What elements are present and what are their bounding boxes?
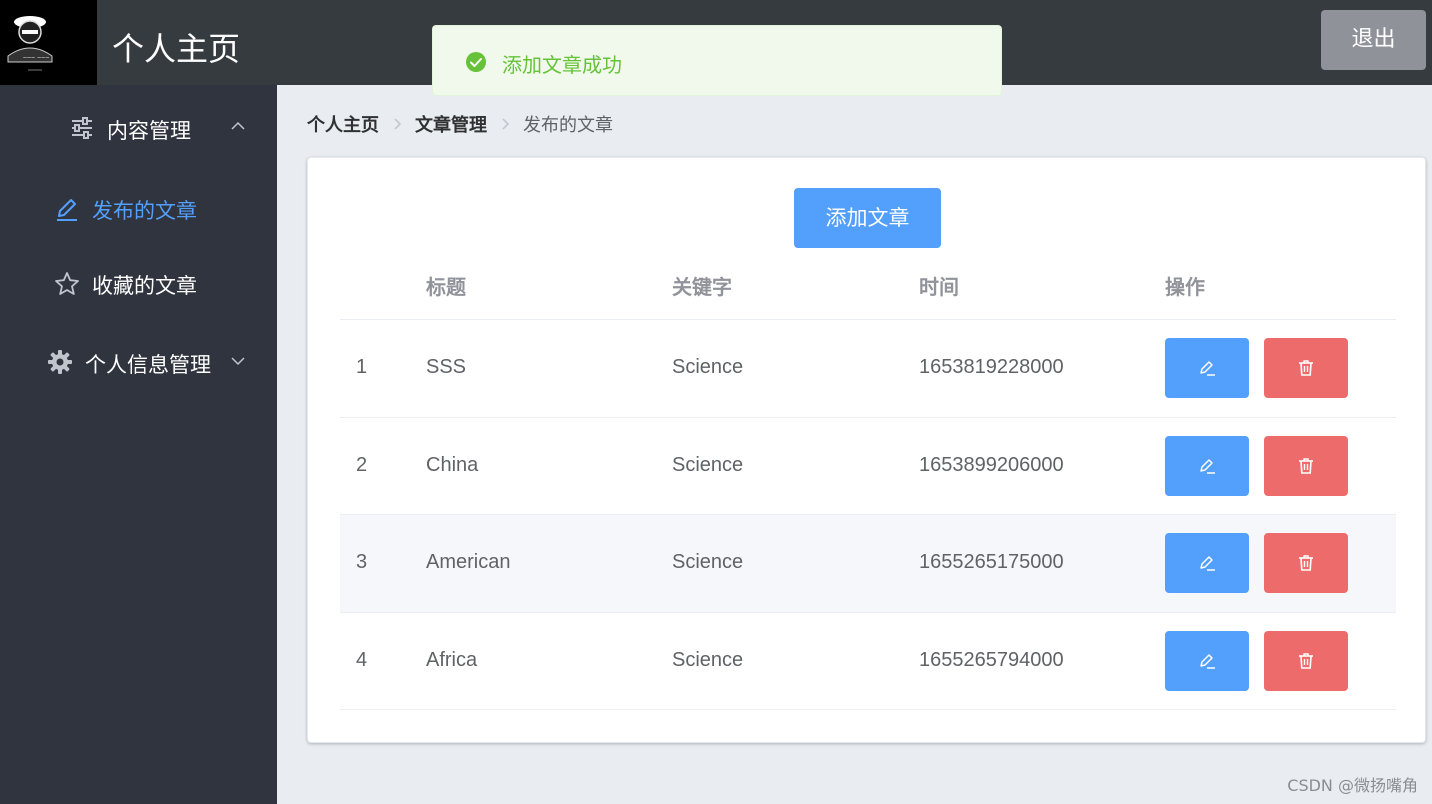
breadcrumb: 个人主页 文章管理 发布的文章 xyxy=(307,112,613,136)
breadcrumb-item-current: 发布的文章 xyxy=(523,115,613,136)
row-index: 2 xyxy=(356,453,368,476)
toast-message: 添加文章成功 xyxy=(502,53,622,77)
row-time: 1653819228000 xyxy=(919,356,1064,378)
column-header-actions: 操作 xyxy=(1165,275,1205,299)
add-article-button[interactable]: 添加文章 xyxy=(794,188,941,248)
sidebar-item-label: 收藏的文章 xyxy=(92,274,197,298)
delete-button[interactable] xyxy=(1264,533,1348,593)
edit-button[interactable] xyxy=(1165,630,1249,691)
table-row: 1 SSS Science 1653819228000 xyxy=(340,320,1396,418)
row-time: 1655265794000 xyxy=(919,648,1064,671)
sidebar-item-favorite-articles[interactable]: 收藏的文章 xyxy=(0,253,277,313)
gear-icon xyxy=(48,350,72,374)
sidebar: 内容管理 发布的文章 收藏的文章 个人信息管理 xyxy=(0,85,277,804)
sidebar-item-label: 内容管理 xyxy=(107,119,191,143)
logout-button[interactable]: 退出 xyxy=(1321,10,1426,70)
check-circle-icon xyxy=(466,52,486,72)
page-title: 个人主页 xyxy=(112,30,241,68)
logo: ~~~ ~~~ xyxy=(0,0,97,85)
edit-icon xyxy=(1200,653,1215,669)
sidebar-item-label: 个人信息管理 xyxy=(85,353,211,377)
chevron-down-icon xyxy=(231,357,245,366)
table-header: 标题 关键字 时间 操作 xyxy=(340,253,1396,320)
breadcrumb-item-article-management[interactable]: 文章管理 xyxy=(415,111,487,137)
row-keyword: Science xyxy=(672,648,744,671)
delete-button[interactable] xyxy=(1264,630,1348,691)
edit-pen-icon xyxy=(57,199,77,221)
trash-icon xyxy=(1299,555,1313,571)
row-keyword: Science xyxy=(672,356,744,378)
articles-card: 添加文章 标题 关键字 时间 操作 1 SSS Science 16538192… xyxy=(307,157,1426,743)
breadcrumb-item-home[interactable]: 个人主页 xyxy=(307,111,379,137)
row-time: 1655265175000 xyxy=(919,551,1064,573)
row-index: 3 xyxy=(356,551,368,573)
row-keyword: Science xyxy=(672,551,744,573)
trash-icon xyxy=(1299,457,1313,474)
trash-icon xyxy=(1299,360,1313,376)
delete-button[interactable] xyxy=(1264,338,1348,398)
row-index: 1 xyxy=(356,356,368,378)
chevron-up-icon xyxy=(231,121,245,130)
table-row: 3 American Science 1655265175000 xyxy=(340,515,1396,613)
edit-icon xyxy=(1200,556,1215,571)
svg-text:~~~ ~~~: ~~~ ~~~ xyxy=(23,55,49,62)
column-header-time: 时间 xyxy=(919,275,959,299)
watermark: CSDN @微扬嘴角 xyxy=(1287,776,1418,795)
edit-button[interactable] xyxy=(1165,338,1249,398)
chevron-right-icon xyxy=(487,114,523,134)
star-icon xyxy=(55,272,79,295)
delete-button[interactable] xyxy=(1264,435,1348,496)
column-header-title: 标题 xyxy=(426,275,466,299)
row-time: 1653899206000 xyxy=(919,453,1064,476)
chevron-right-icon xyxy=(379,114,415,134)
row-title: American xyxy=(426,551,511,573)
row-keyword: Science xyxy=(672,453,744,476)
sidebar-item-content-management[interactable]: 内容管理 xyxy=(0,98,277,158)
edit-button[interactable] xyxy=(1165,533,1249,593)
table-row: 2 China Science 1653899206000 xyxy=(340,418,1396,515)
row-title: China xyxy=(426,453,479,476)
sidebar-item-label: 发布的文章 xyxy=(92,199,197,223)
articles-table: 标题 关键字 时间 操作 1 SSS Science 1653819228000… xyxy=(340,253,1396,710)
edit-button[interactable] xyxy=(1165,435,1249,496)
column-header-keyword: 关键字 xyxy=(672,275,732,299)
edit-icon xyxy=(1200,458,1215,474)
sidebar-item-published-articles[interactable]: 发布的文章 xyxy=(0,178,277,238)
sliders-icon xyxy=(72,117,92,139)
row-title: SSS xyxy=(426,356,467,378)
table-row: 4 Africa Science 1655265794000 xyxy=(340,613,1396,710)
sidebar-item-personal-info-management[interactable]: 个人信息管理 xyxy=(0,332,277,392)
edit-icon xyxy=(1200,361,1215,376)
trash-icon xyxy=(1299,652,1313,669)
success-toast: 添加文章成功 xyxy=(432,25,1002,96)
row-title: Africa xyxy=(426,648,478,671)
row-index: 4 xyxy=(356,648,368,671)
